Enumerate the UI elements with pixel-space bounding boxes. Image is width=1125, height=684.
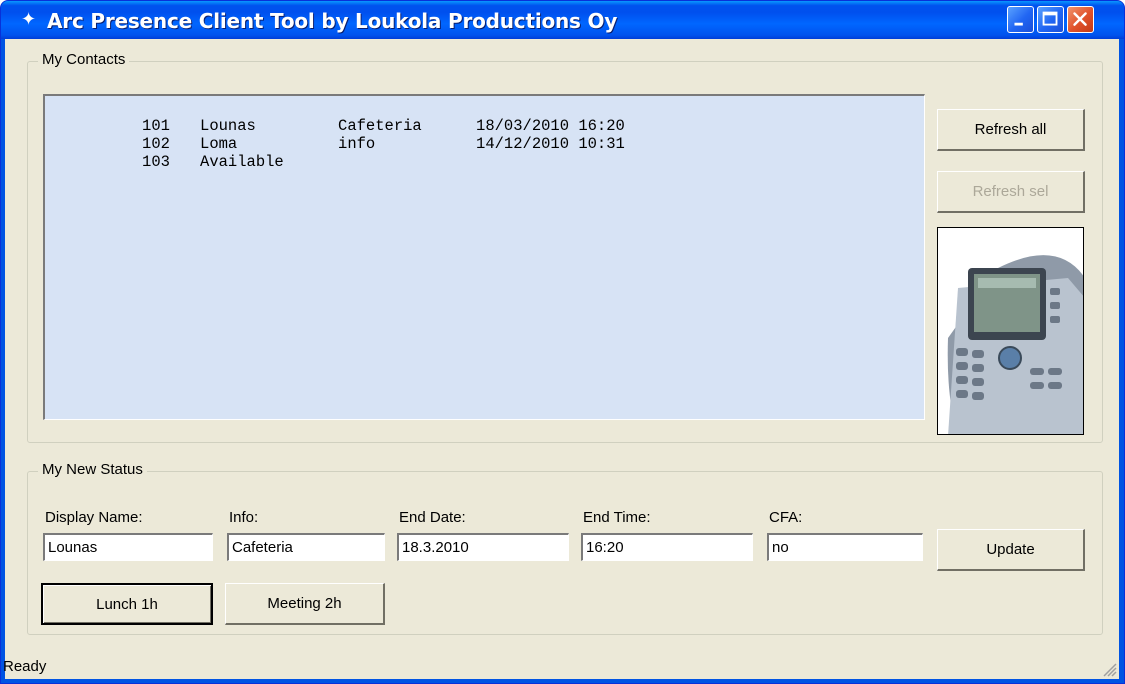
close-icon: [1073, 12, 1087, 26]
cfa-field[interactable]: [767, 533, 923, 561]
info-field[interactable]: [227, 533, 385, 561]
my-contacts-legend: My Contacts: [38, 51, 130, 68]
status-text: Ready: [3, 658, 47, 675]
contact-name: Available: [200, 153, 284, 171]
arc-star-icon: ✦: [21, 9, 37, 30]
maximize-icon: [1042, 11, 1058, 26]
display-name-label: Display Name:: [45, 509, 143, 526]
contact-ext: 101: [142, 117, 170, 135]
contact-name: Loma: [200, 135, 238, 153]
contact-name: Lounas: [200, 117, 256, 135]
contact-ext: 103: [142, 153, 170, 171]
end-time-label: End Time:: [583, 509, 651, 526]
refresh-sel-button[interactable]: Refresh sel: [937, 171, 1085, 213]
update-button[interactable]: Update: [937, 529, 1085, 571]
refresh-all-button[interactable]: Refresh all: [937, 109, 1085, 151]
end-time-field[interactable]: [581, 533, 753, 561]
ip-phone-image: [937, 227, 1084, 435]
minimize-icon: [1014, 22, 1023, 26]
end-date-label: End Date:: [399, 509, 466, 526]
end-date-field[interactable]: [397, 533, 569, 561]
maximize-button[interactable]: [1037, 6, 1064, 33]
contact-end: 14/12/2010 10:31: [476, 135, 625, 153]
title-bar[interactable]: ✦ Arc Presence Client Tool by Loukola Pr…: [1, 1, 1124, 39]
status-bar: Ready: [3, 650, 1119, 679]
my-new-status-legend: My New Status: [38, 461, 147, 478]
client-area: My Contacts 101 Lounas Cafeteria 18/03/2010…: [3, 39, 1119, 679]
app-window: ✦ Arc Presence Client Tool by Loukola Pr…: [0, 0, 1125, 684]
close-button[interactable]: [1067, 6, 1094, 33]
contact-info: Cafeteria: [338, 117, 422, 135]
minimize-button[interactable]: [1007, 6, 1034, 33]
info-label: Info:: [229, 509, 259, 526]
window-title: Arc Presence Client Tool by Loukola Prod…: [47, 9, 618, 33]
contact-end: 18/03/2010 16:20: [476, 117, 625, 135]
meeting-2h-button[interactable]: Meeting 2h: [225, 583, 385, 625]
resize-grip-icon[interactable]: [1101, 661, 1117, 677]
cfa-label: CFA:: [769, 509, 803, 526]
contact-ext: 102: [142, 135, 170, 153]
display-name-field[interactable]: [43, 533, 213, 561]
contact-info: info: [338, 135, 376, 153]
list-item[interactable]: 101 Lounas Cafeteria 18/03/2010 16:20: [49, 99, 924, 135]
lunch-1h-button[interactable]: Lunch 1h: [41, 583, 213, 625]
contacts-list[interactable]: 101 Lounas Cafeteria 18/03/2010 16:20 102 Lo…: [43, 94, 925, 420]
phone-picture: [938, 228, 1083, 434]
